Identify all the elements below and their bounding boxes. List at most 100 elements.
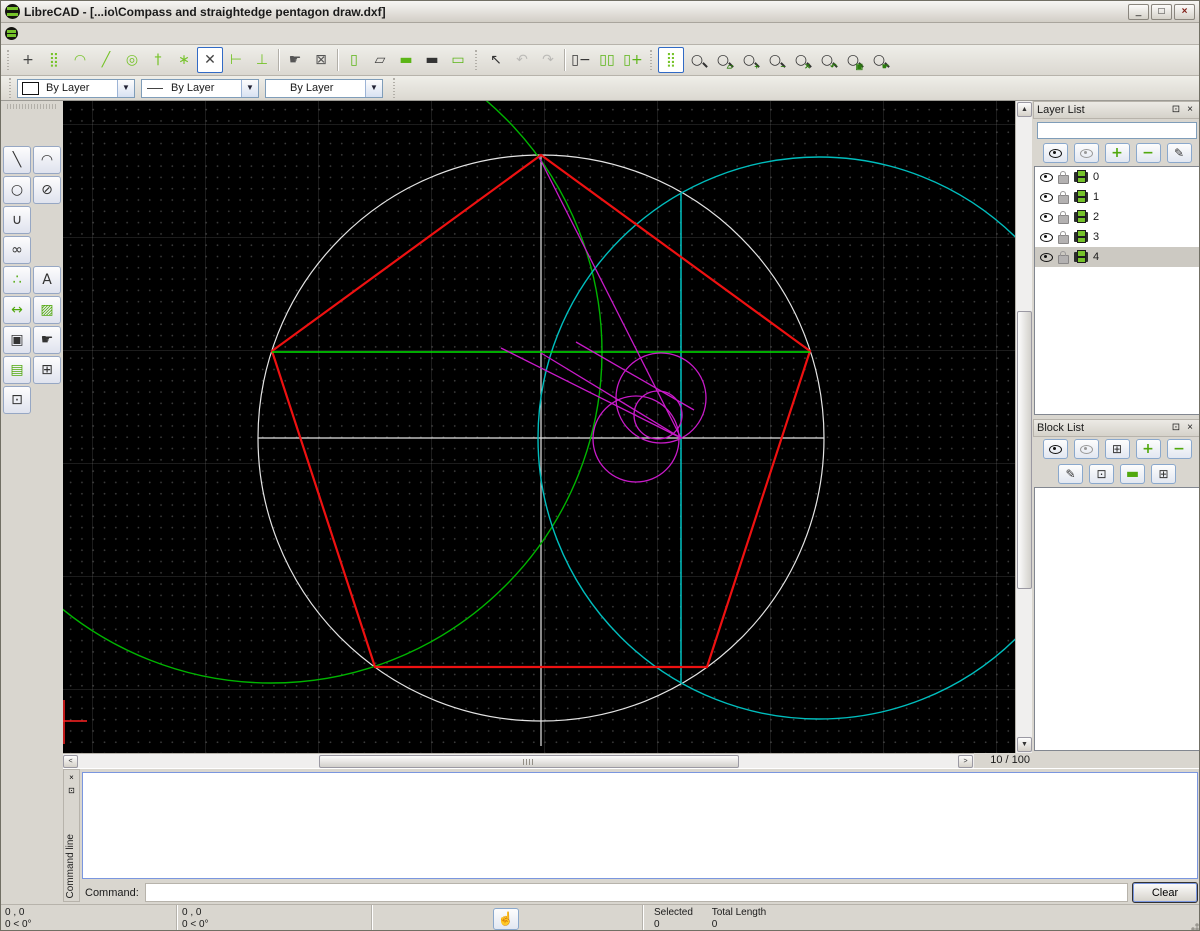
snap-on-entity-icon[interactable]: ╱ <box>93 47 119 73</box>
menu-item-snap[interactable] <box>148 31 166 37</box>
select-pointer-icon[interactable]: ↖ <box>483 47 509 73</box>
snap-middle-icon[interactable]: † <box>145 47 171 73</box>
toolbar-handle[interactable] <box>8 77 14 99</box>
layer-print-icon[interactable] <box>1074 252 1088 262</box>
layer-row-3[interactable]: 3 <box>1035 227 1199 247</box>
hide-all-layers-icon[interactable] <box>1074 143 1099 163</box>
save-file-icon[interactable]: ▬ <box>393 47 419 73</box>
redo-icon[interactable]: ↷ <box>535 47 561 73</box>
clear-button[interactable]: Clear <box>1132 882 1198 903</box>
hatch-tool-icon[interactable]: ▨ <box>33 296 61 324</box>
polyline-tool-icon[interactable]: ∪ <box>3 206 31 234</box>
close-icon[interactable]: × <box>1174 4 1195 20</box>
save-block-icon[interactable]: ▬ <box>1120 464 1145 484</box>
resize-grip[interactable] <box>1187 919 1199 931</box>
edit-block-icon[interactable]: ⊡ <box>1089 464 1114 484</box>
horizontal-scroll-thumb[interactable] <box>319 755 739 768</box>
scroll-down-icon[interactable]: ▼ <box>1017 737 1032 752</box>
snap-grid-icon[interactable]: ⣿ <box>41 47 67 73</box>
minimize-icon[interactable]: _ <box>1128 4 1149 20</box>
toolbar-handle[interactable] <box>6 49 12 71</box>
chevron-down-icon[interactable]: ▼ <box>365 80 382 97</box>
zoom-out-icon[interactable]: ○− <box>762 47 788 73</box>
menu-item-layer[interactable] <box>184 31 202 37</box>
menu-item-view[interactable] <box>58 31 76 37</box>
grid-toggle-icon[interactable]: ⣿ <box>658 47 684 73</box>
color-combobox[interactable]: By Layer ▼ <box>17 79 135 98</box>
toolbar-handle[interactable] <box>392 77 398 99</box>
toolbar-handle[interactable] <box>649 49 655 71</box>
palette-handle[interactable] <box>7 104 57 109</box>
hide-all-blocks-icon[interactable] <box>1074 439 1099 459</box>
new-document-icon[interactable]: ▯+ <box>620 47 646 73</box>
width-combobox[interactable]: By Layer ▼ <box>141 79 259 98</box>
edit-block-tool-icon[interactable]: ⊡ <box>3 386 31 414</box>
layer-print-icon[interactable] <box>1074 192 1088 202</box>
circle-tool-icon[interactable]: ○ <box>3 176 31 204</box>
snap-free-icon[interactable]: + <box>15 47 41 73</box>
drawing-canvas[interactable] <box>63 101 1015 753</box>
layer-lock-icon[interactable] <box>1058 195 1069 204</box>
menu-item-info[interactable] <box>166 31 184 37</box>
set-relative-zero-icon[interactable]: ☛ <box>282 47 308 73</box>
float-panel-icon[interactable]: ⊡ <box>1169 104 1183 117</box>
new-file-icon[interactable]: ▯ <box>341 47 367 73</box>
points-tool-icon[interactable]: ∴ <box>3 266 31 294</box>
linetype-combobox[interactable]: By Layer ▼ <box>265 79 383 98</box>
zoom-auto-icon[interactable]: ○✕ <box>788 47 814 73</box>
show-all-blocks-icon[interactable] <box>1043 439 1068 459</box>
show-all-layers-icon[interactable] <box>1043 143 1068 163</box>
close-panel-icon[interactable]: × <box>1183 422 1197 435</box>
layer-row-0[interactable]: 0 <box>1035 167 1199 187</box>
scroll-up-icon[interactable]: ▲ <box>1017 102 1032 117</box>
layer-lock-icon[interactable] <box>1058 255 1069 264</box>
layer-visible-icon[interactable] <box>1040 213 1053 222</box>
float-dock-icon[interactable]: ⊡ <box>66 785 77 796</box>
vertical-scrollbar[interactable]: ▲ ▼ <box>1015 101 1032 753</box>
snap-center-icon[interactable]: ◎ <box>119 47 145 73</box>
menu-item-modify[interactable] <box>130 31 148 37</box>
select-tool-icon[interactable]: ☛ <box>33 326 61 354</box>
restrict-vertical-icon[interactable]: ⊥ <box>249 47 275 73</box>
pan-icon[interactable]: ○☛ <box>866 47 892 73</box>
scroll-left-icon[interactable]: < <box>63 755 78 768</box>
snap-distance-icon[interactable]: ∗ <box>171 47 197 73</box>
zoom-window-icon[interactable]: ○▱ <box>710 47 736 73</box>
mouse-hand-icon[interactable]: ☝ <box>493 908 519 930</box>
zoom-page-icon[interactable]: ○ <box>684 47 710 73</box>
layer-visible-icon[interactable] <box>1040 193 1053 202</box>
text-tool-icon[interactable]: A <box>33 266 61 294</box>
chevron-down-icon[interactable]: ▼ <box>117 80 134 97</box>
layer-visible-icon[interactable] <box>1040 253 1053 262</box>
scroll-right-icon[interactable]: > <box>958 755 973 768</box>
layer-lock-icon[interactable] <box>1058 235 1069 244</box>
measure-tool-icon[interactable]: ▤ <box>3 356 31 384</box>
open-file-icon[interactable]: ▱ <box>367 47 393 73</box>
zoom-selected-icon[interactable]: ○▣ <box>840 47 866 73</box>
close-dock-icon[interactable]: × <box>66 772 77 783</box>
menu-item-dimension[interactable] <box>112 31 130 37</box>
close-document-icon[interactable]: ▯− <box>568 47 594 73</box>
modify-layer-icon[interactable]: ✎ <box>1167 143 1192 163</box>
layer-print-icon[interactable] <box>1074 172 1088 182</box>
layer-filter-input[interactable] <box>1037 122 1197 139</box>
chevron-down-icon[interactable]: ▼ <box>241 80 258 97</box>
modify-block-icon[interactable]: ✎ <box>1058 464 1083 484</box>
add-block-icon[interactable]: + <box>1136 439 1161 459</box>
menu-item-help[interactable] <box>238 31 256 37</box>
print-icon[interactable]: ▬ <box>419 47 445 73</box>
menu-item-edit[interactable] <box>40 31 58 37</box>
close-panel-icon[interactable]: × <box>1183 104 1197 117</box>
layer-lock-icon[interactable] <box>1058 215 1069 224</box>
remove-layer-icon[interactable]: − <box>1136 143 1161 163</box>
create-block-icon[interactable]: ⊞ <box>1105 439 1130 459</box>
print-preview-icon[interactable]: ▭ <box>445 47 471 73</box>
layer-row-1[interactable]: 1 <box>1035 187 1199 207</box>
layer-visible-icon[interactable] <box>1040 233 1053 242</box>
dimension-tool-icon[interactable]: ↔ <box>3 296 31 324</box>
lock-relative-zero-icon[interactable]: ⊠ <box>308 47 334 73</box>
layer-lock-icon[interactable] <box>1058 175 1069 184</box>
command-history[interactable] <box>82 772 1198 879</box>
snap-endpoints-icon[interactable]: ◠ <box>67 47 93 73</box>
add-layer-icon[interactable]: + <box>1105 143 1130 163</box>
